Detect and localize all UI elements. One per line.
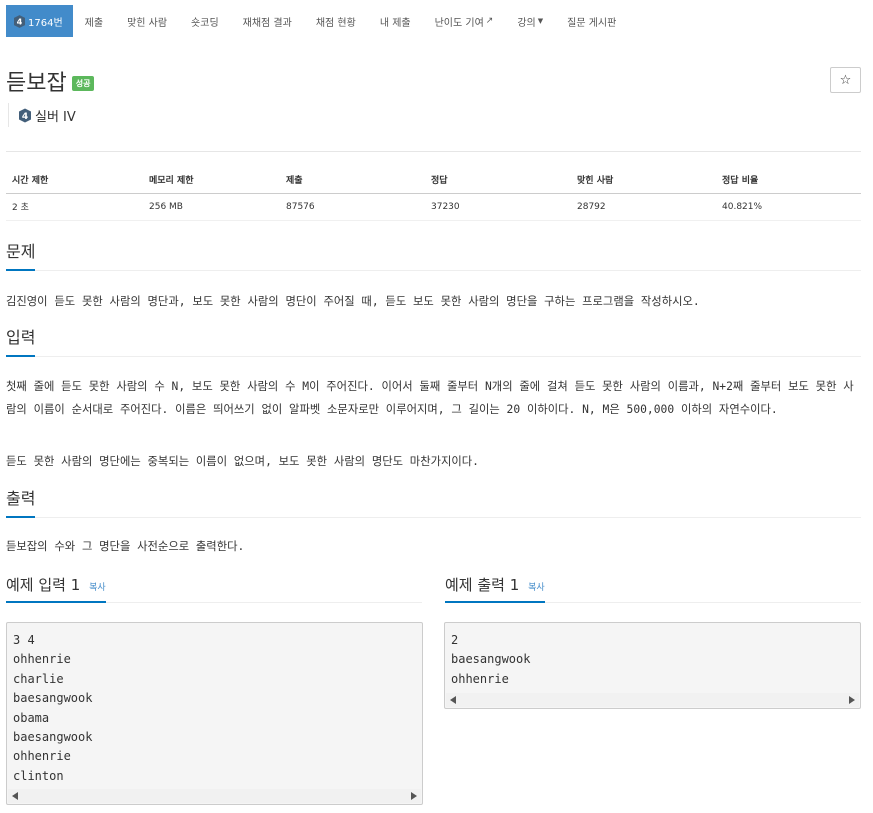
tier-label[interactable]: 실버 IV <box>35 106 76 125</box>
table-header-row: 시간 제한 메모리 제한 제출 정답 맞힌 사람 정답 비율 <box>6 166 861 194</box>
memory-limit-value: 256 MB <box>143 193 280 221</box>
input-section-header: 입력 <box>6 327 861 357</box>
problem-title-row: 듣보잡 성공 <box>6 65 95 97</box>
nav-tab-rejudge[interactable]: 재채점 결과 <box>231 5 304 37</box>
table-row: 2 초 256 MB 87576 37230 28792 40.821% <box>6 193 861 221</box>
description-title: 문제 <box>6 241 36 271</box>
sample-input-title-wrap: 예제 입력 1 복사 <box>6 575 106 603</box>
sample-input-title: 예제 입력 1 <box>6 576 81 594</box>
problem-info-table: 시간 제한 메모리 제한 제출 정답 맞힌 사람 정답 비율 2 초 256 M… <box>6 166 861 221</box>
scroll-right-icon[interactable] <box>411 792 417 800</box>
description-section-header: 문제 <box>6 241 861 271</box>
problem-number: 1764번 <box>28 17 63 29</box>
input-text: 첫째 줄에 듣도 못한 사람의 수 N, 보도 못한 사람의 수 M이 주어진다… <box>6 380 854 416</box>
output-title: 출력 <box>6 488 36 518</box>
description-text: 김진영이 듣도 못한 사람의 명단과, 보도 못한 사람의 명단이 주어질 때,… <box>6 295 700 308</box>
header-submissions: 제출 <box>280 166 425 194</box>
scroll-left-icon[interactable] <box>450 696 456 704</box>
submissions-value: 87576 <box>280 193 425 221</box>
time-limit-value: 2 초 <box>6 193 143 221</box>
sample-input-box[interactable]: 3 4 ohhenrie charlie baesangwook obama b… <box>6 622 423 805</box>
sample-input-header: 예제 입력 1 복사 <box>6 575 422 603</box>
header-accepted: 정답 <box>425 166 571 194</box>
nav-tab-submit[interactable]: 제출 <box>73 5 115 37</box>
nav-lectures-label: 강의 <box>517 17 536 29</box>
nav-tab-board[interactable]: 질문 게시판 <box>555 5 628 37</box>
nav-tab-solvers[interactable]: 맞힌 사람 <box>115 5 179 37</box>
copy-sample-input-button[interactable]: 복사 <box>89 583 106 593</box>
accepted-value: 37230 <box>425 193 571 221</box>
sample-output-box[interactable]: 2 baesangwook ohhenrie <box>444 622 861 709</box>
page-title: 듣보잡 <box>6 71 67 96</box>
sample-input-text: 3 4 ohhenrie charlie baesangwook obama b… <box>13 633 93 783</box>
header-memory-limit: 메모리 제한 <box>143 166 280 194</box>
external-link-icon: ↗ <box>485 16 494 26</box>
silver-tier-icon: 4 <box>14 14 25 28</box>
input-text-2: 듣도 못한 사람의 명단에는 중복되는 이름이 없으며, 보도 못한 사람의 명… <box>6 455 479 468</box>
header-solvers: 맞힌 사람 <box>571 166 716 194</box>
nav-tab-difficulty[interactable]: 난이도 기여 ↗ <box>423 5 506 37</box>
divider <box>6 151 861 152</box>
input-title: 입력 <box>6 327 36 357</box>
star-icon: ☆ <box>839 72 852 88</box>
star-button[interactable]: ☆ <box>830 67 861 93</box>
nav-tab-status[interactable]: 채점 현황 <box>304 5 368 37</box>
scroll-right-icon[interactable] <box>849 696 855 704</box>
sample-output-title-wrap: 예제 출력 1 복사 <box>445 575 545 603</box>
nav-tab-shortcoding[interactable]: 숏코딩 <box>179 5 231 37</box>
svg-text:4: 4 <box>17 16 23 26</box>
svg-text:4: 4 <box>22 112 28 122</box>
copy-sample-output-button[interactable]: 복사 <box>528 583 545 593</box>
silver-tier-icon: 4 <box>19 108 31 123</box>
header-time-limit: 시간 제한 <box>6 166 143 194</box>
scroll-left-icon[interactable] <box>12 792 18 800</box>
sample-output-text: 2 baesangwook ohhenrie <box>451 633 531 686</box>
status-badge: 성공 <box>71 75 95 91</box>
horizontal-scrollbar[interactable] <box>8 789 421 803</box>
sample-output-header: 예제 출력 1 복사 <box>445 575 861 603</box>
nav-tab-lectures[interactable]: 강의 ▼ <box>505 5 555 37</box>
output-section-header: 출력 <box>6 488 861 518</box>
horizontal-scrollbar[interactable] <box>446 693 859 707</box>
caret-down-icon: ▼ <box>537 17 544 25</box>
solvers-value: 28792 <box>571 193 716 221</box>
header-ratio: 정답 비율 <box>716 166 861 194</box>
output-text: 듣보잡의 수와 그 명단을 사전순으로 출력한다. <box>6 540 245 553</box>
nav-tab-my-submissions[interactable]: 내 제출 <box>368 5 423 37</box>
problem-nav: 4 1764번 제출 맞힌 사람 숏코딩 재채점 결과 채점 현황 내 제출 난… <box>6 5 628 37</box>
tier-row: 4 실버 IV <box>8 103 76 127</box>
nav-difficulty-label: 난이도 기여 <box>434 17 484 29</box>
nav-tab-problem[interactable]: 4 1764번 <box>6 5 73 37</box>
sample-output-title: 예제 출력 1 <box>445 576 520 594</box>
ratio-value: 40.821% <box>716 193 861 221</box>
